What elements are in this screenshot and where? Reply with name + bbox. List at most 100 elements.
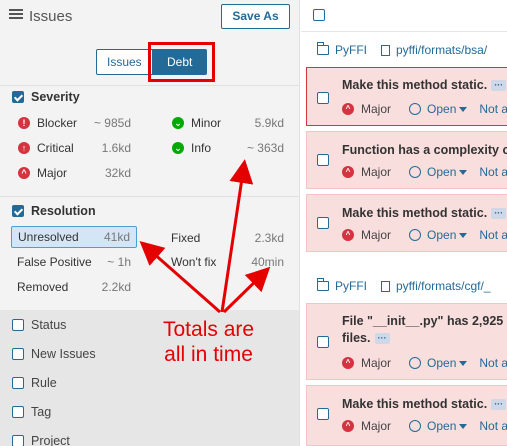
facet-item-info[interactable]: ⌄ Info ~ 363d [172,137,284,159]
facet-item-false-positive[interactable]: False Positive ~ 1h [17,251,131,273]
issue-message-cont[interactable]: files. [342,331,371,345]
file-link[interactable]: pyffi/formats/bsa/ [396,43,487,57]
facet-title: Rule [31,376,57,390]
assignee-label[interactable]: Not as [479,165,507,179]
issue-title[interactable]: Make this method static. ··· [342,396,507,413]
severity-label[interactable]: Major [361,102,391,116]
status-dropdown[interactable]: Open [409,102,468,116]
severity-label[interactable]: Major [361,228,391,242]
new-issues-checkbox[interactable] [12,348,24,360]
status-dropdown[interactable]: Open [409,165,468,179]
facet-new-issues[interactable]: New Issues [12,347,96,361]
save-as-button[interactable]: Save As [221,4,290,29]
arrow-to-wont-fix [222,266,271,314]
more-button[interactable]: ··· [491,399,507,411]
list-header [301,0,507,32]
more-button[interactable]: ··· [491,208,507,220]
issue-checkbox[interactable] [317,336,329,348]
issue-card[interactable]: Function has a complexity of ^ Major Ope… [306,131,507,189]
facet-item-wont-fix[interactable]: Won't fix 40min [171,251,284,273]
issue-card[interactable]: Make this method static. ··· ^ Major Open… [306,194,507,252]
status-checkbox[interactable] [12,319,24,331]
select-all-checkbox[interactable] [313,9,325,21]
assignee-label[interactable]: Not as [479,356,507,370]
issue-title[interactable]: Make this method static. ··· [342,205,507,222]
issue-checkbox[interactable] [317,408,329,420]
assignee-label[interactable]: Not as [479,228,507,242]
more-button[interactable]: ··· [374,333,390,345]
divider [0,196,299,197]
facet-tag[interactable]: Tag [12,405,51,419]
major-icon: ^ [342,229,354,241]
resolution-checkbox[interactable] [12,205,24,217]
assignee-label[interactable]: Not as [479,419,507,433]
facet-item-major[interactable]: ^ Major 32kd [18,162,131,184]
facet-item-unresolved[interactable]: Unresolved 41kd [11,226,137,248]
resolution-facet-header[interactable]: Resolution [12,204,96,218]
issue-message[interactable]: Make this method static. [342,206,487,220]
facet-status[interactable]: Status [12,318,66,332]
severity-label[interactable]: Major [361,419,391,433]
project-link[interactable]: PyFFI [335,279,367,293]
project-checkbox[interactable] [12,435,24,446]
rule-checkbox[interactable] [12,377,24,389]
facet-item-value: ~ 363d [246,141,284,155]
assignee-label[interactable]: Not as [479,102,507,116]
facet-item-value: 2.3kd [254,231,284,245]
facet-item-label: Critical [37,141,74,155]
issue-checkbox[interactable] [317,217,329,229]
facet-project[interactable]: Project [12,434,70,446]
issue-message[interactable]: Make this method static. [342,78,487,92]
highlight-box [148,42,215,82]
annotation-line: Totals are [163,318,255,341]
severity-checkbox[interactable] [12,91,24,103]
project-link[interactable]: PyFFI [335,43,367,57]
severity-facet-title: Severity [31,90,80,104]
facet-item-label: Removed [17,280,69,294]
status-label: Open [427,356,457,370]
severity-label[interactable]: Major [361,165,391,179]
chevron-down-icon [459,169,468,175]
facet-rule[interactable]: Rule [12,376,57,390]
more-button[interactable]: ··· [491,80,507,92]
sidebar: Issues Save As Issues Debt Severity ! Bl… [0,0,300,446]
facet-item-value: ~ 985d [93,116,131,130]
file-link[interactable]: pyffi/formats/cgf/_ [396,279,490,293]
facet-item-label: Won't fix [171,255,217,269]
open-status-icon [409,420,422,432]
facet-item-removed[interactable]: Removed 2.2kd [17,276,131,298]
issue-message[interactable]: Make this method static. [342,397,487,411]
status-dropdown[interactable]: Open [409,228,468,242]
chevron-down-icon [459,232,468,238]
issue-checkbox[interactable] [317,154,329,166]
facet-item-label: False Positive [17,255,92,269]
facet-item-blocker[interactable]: ! Blocker ~ 985d [18,112,131,134]
facet-title: Project [31,434,70,446]
facet-item-value: 32kd [104,166,131,180]
facet-item-value: 5.9kd [254,116,284,130]
facet-item-label: Major [37,166,68,180]
issue-card[interactable]: File "__init__.py" has 2,925 lin files. ·… [306,303,507,380]
status-dropdown[interactable]: Open [409,419,468,433]
issue-checkbox[interactable] [317,92,329,104]
issue-title[interactable]: File "__init__.py" has 2,925 lin files. ·… [342,313,507,347]
issue-card[interactable]: Make this method static. ··· ^ Major Open… [306,385,507,446]
chevron-down-icon [459,360,468,366]
facet-item-value: 40min [251,255,284,269]
severity-label[interactable]: Major [361,356,391,370]
severity-facet-header[interactable]: Severity [12,90,80,104]
facet-item-minor[interactable]: ⌄ Minor 5.9kd [172,112,284,134]
issue-message[interactable]: Function has a complexity of [342,142,507,159]
status-dropdown[interactable]: Open [409,356,468,370]
facet-item-fixed[interactable]: Fixed 2.3kd [171,227,284,249]
file-icon [381,280,390,292]
tag-checkbox[interactable] [12,406,24,418]
facet-item-label: Unresolved [18,230,79,244]
issue-message[interactable]: File "__init__.py" has 2,925 lin [342,313,507,330]
issues-mode-button[interactable]: Issues [96,49,153,75]
issue-card[interactable]: Make this method static. ··· ^ Major Open… [306,67,507,126]
major-icon: ^ [342,420,354,432]
issue-title[interactable]: Make this method static. ··· [342,77,507,94]
facet-item-critical[interactable]: ↑ Critical 1.6kd [18,137,131,159]
open-status-icon [409,229,422,241]
